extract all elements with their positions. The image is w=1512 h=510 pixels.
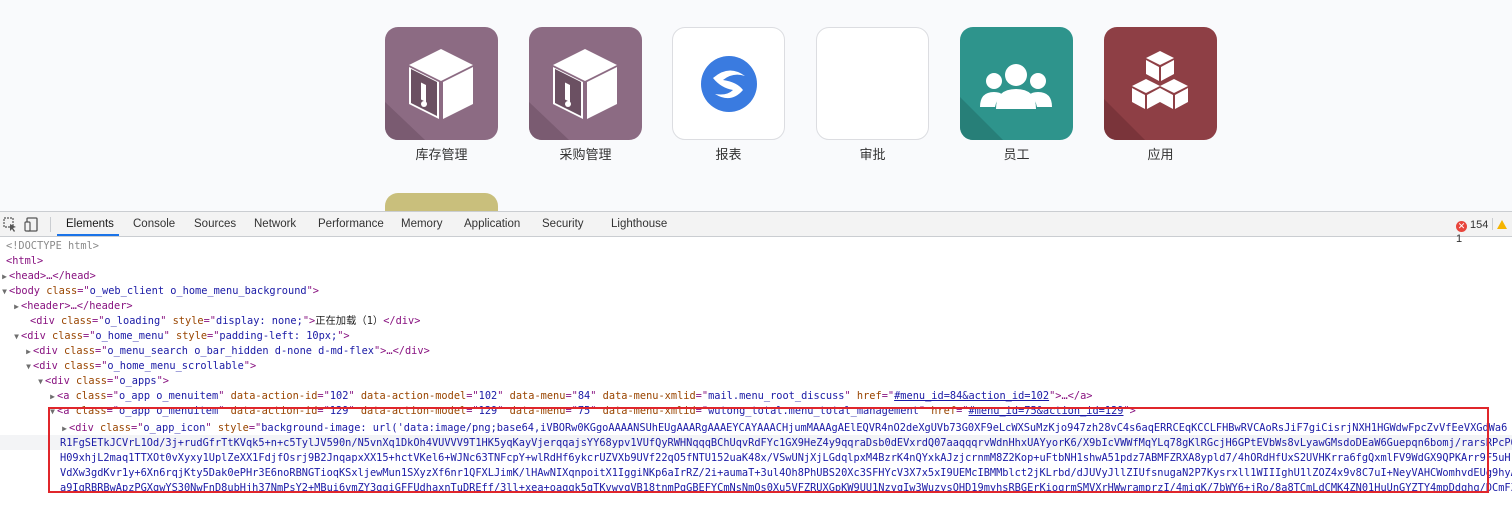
error-count: 154	[1470, 219, 1489, 231]
inspect-element-icon[interactable]	[2, 216, 19, 233]
dom-line[interactable]: ▶ <header>…</header>	[0, 299, 1512, 314]
error-icon: ✕	[1456, 221, 1467, 232]
dom-line[interactable]: <div class="o_loading" style="display: n…	[0, 314, 1512, 329]
tab-sources[interactable]: Sources	[194, 212, 236, 237]
app-employees[interactable]: 员工	[960, 27, 1073, 163]
dom-line[interactable]: ▼ <div class="o_apps">	[0, 374, 1512, 389]
dom-line[interactable]: ▶ <head>…</head>	[0, 269, 1512, 284]
dom-line-wrap	[0, 496, 1512, 510]
app-launcher: 库存管理 采购管理 报表 审批 员工 应用	[0, 0, 1512, 211]
collapse-triangle-icon[interactable]: ▼	[12, 329, 21, 344]
dom-line-wrap: R1FgSETkJCVrL1Od/3j+rudGfrTtKVqk5+n+c5Ty…	[60, 437, 1512, 449]
tab-lighthouse[interactable]: Lighthouse	[611, 212, 667, 237]
tab-memory[interactable]: Memory	[401, 212, 443, 237]
tab-performance[interactable]: Performance	[318, 212, 384, 237]
expand-triangle-icon[interactable]: ▶	[0, 269, 9, 284]
dom-tree: <!DOCTYPE html> <html> ▶ <head>…</head> ▼…	[0, 239, 1512, 510]
active-tab-indicator	[57, 234, 119, 236]
tab-application[interactable]: Application	[464, 212, 520, 237]
devtools-panel: Elements Console Sources Network Perform…	[0, 211, 1512, 510]
tab-network[interactable]: Network	[254, 212, 296, 237]
app-label: 审批	[859, 148, 886, 163]
report-swirl-icon	[672, 27, 785, 140]
dom-line[interactable]: ▼ <div class="o_home_menu" style="padding…	[0, 329, 1512, 344]
app-label: 采购管理	[559, 148, 612, 163]
collapse-triangle-icon[interactable]: ▼	[48, 404, 57, 419]
app-approval[interactable]: 审批	[816, 27, 929, 163]
collapse-triangle-icon[interactable]: ▼	[0, 284, 9, 299]
issues-counter[interactable]: ✕ 1541	[1456, 218, 1512, 245]
app-label: 库存管理	[415, 148, 468, 163]
blank-icon	[816, 27, 929, 140]
dom-line-wrap: VdXw3gdKvr1y+6Xn6rqjKty5Dak0ePHr3E6noRBN…	[60, 467, 1512, 479]
device-toolbar-icon[interactable]	[24, 216, 41, 233]
expand-triangle-icon[interactable]: ▶	[48, 389, 57, 404]
expand-triangle-icon[interactable]: ▶	[60, 421, 69, 436]
tab-security[interactable]: Security	[542, 212, 584, 237]
dom-line[interactable]: <html>	[0, 254, 1512, 269]
dom-line[interactable]: ▶ <a class="o_app o_menuitem" data-action…	[0, 389, 1512, 404]
app-tile-partial[interactable]	[385, 193, 498, 211]
app-report[interactable]: 报表	[672, 27, 785, 163]
app-label: 应用	[1147, 148, 1174, 163]
dom-line[interactable]: ▼ <body class="o_web_client o_home_menu_b…	[0, 284, 1512, 299]
app-inventory[interactable]: 库存管理	[385, 27, 498, 163]
box-alert-icon	[529, 27, 642, 140]
toolbar-divider	[50, 217, 51, 232]
dom-line[interactable]: ▶ <div class="o_menu_search o_bar_hidden …	[0, 344, 1512, 359]
app-purchase[interactable]: 采购管理	[529, 27, 642, 163]
collapse-triangle-icon[interactable]: ▼	[24, 359, 33, 374]
tab-console[interactable]: Console	[133, 212, 175, 237]
box-alert-icon	[385, 27, 498, 140]
expand-triangle-icon[interactable]: ▶	[24, 344, 33, 359]
dom-line-wrap: H09xhjL2maq1TTXOt0vXyxy1UplZeXX1FdjfOsrj…	[60, 452, 1511, 464]
expand-triangle-icon[interactable]: ▶	[12, 299, 21, 314]
cubes-icon	[1104, 27, 1217, 140]
dom-line[interactable]: ▼ <div class="o_home_menu_scrollable">	[0, 359, 1512, 374]
app-label: 报表	[715, 148, 742, 163]
app-label: 员工	[1003, 148, 1030, 163]
collapse-triangle-icon[interactable]: ▼	[36, 374, 45, 389]
dom-line-selected[interactable]: ▶ <div class="o_app_icon" style="backgrou…	[0, 421, 1512, 436]
people-icon	[960, 27, 1073, 140]
devtools-tabbar: Elements Console Sources Network Perform…	[0, 211, 1512, 245]
dom-line[interactable]: <!DOCTYPE html>	[0, 239, 1512, 254]
dom-line-wrap: a9IgRBRBwApzPGXgwYS30NwFnD8ubHjh37NmPsY2…	[60, 482, 1512, 494]
dom-line[interactable]: ▼ <a class="o_app o_menuitem" data-action…	[0, 404, 1512, 419]
warning-icon	[1497, 220, 1508, 229]
app-apps[interactable]: 应用	[1104, 27, 1217, 163]
